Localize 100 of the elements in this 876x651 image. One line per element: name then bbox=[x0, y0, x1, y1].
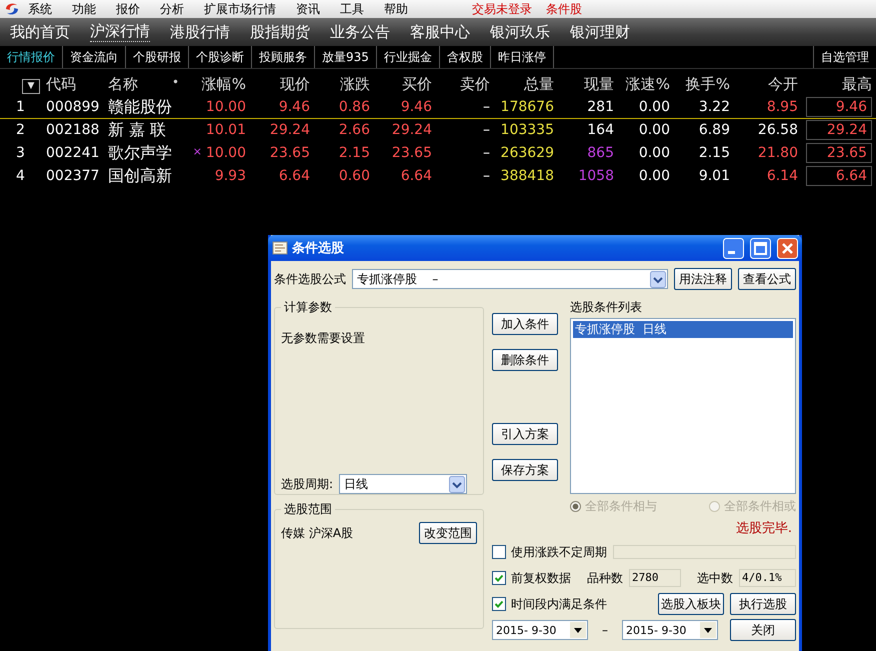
table-cell-text: 0.00 bbox=[638, 122, 670, 138]
table-cell-text: 3.22 bbox=[698, 99, 730, 115]
add-to-block-button[interactable]: 选股入板块 bbox=[658, 593, 724, 615]
function-tab[interactable]: 个股诊断 bbox=[189, 46, 252, 68]
table-cell-text: 21.80 bbox=[756, 145, 798, 161]
menu-item[interactable]: 帮助 bbox=[384, 0, 408, 18]
minimize-icon[interactable] bbox=[723, 238, 744, 258]
quote-row[interactable]: 3 002241 歌尔声学 × 10.00 23.65 2.15 23.65 – 263629 865 0.00 2.15 21.80 23.65 bbox=[0, 142, 876, 165]
period-dropdown[interactable]: 日线 bbox=[339, 474, 468, 494]
start-date-picker[interactable]: 2015- 9-30 bbox=[492, 620, 588, 640]
function-tab[interactable]: 行业掘金 bbox=[376, 46, 440, 68]
table-cell-text: 9.46 bbox=[400, 99, 432, 115]
table-cell-text: 164 bbox=[586, 122, 614, 138]
table-cell: 29.24 bbox=[806, 120, 872, 140]
column-header[interactable]: 涨速% bbox=[614, 74, 670, 94]
table-cell: 9.46 bbox=[806, 97, 872, 117]
column-header[interactable]: 现价 bbox=[246, 74, 310, 94]
sort-dot: • bbox=[172, 75, 180, 89]
column-header[interactable]: 换手% bbox=[670, 74, 730, 94]
table-cell-text: 6.89 bbox=[698, 122, 730, 138]
function-tab[interactable]: 个股研报 bbox=[126, 46, 189, 68]
params-message: 无参数需要设置 bbox=[281, 330, 366, 347]
column-header[interactable]: 今开 bbox=[730, 74, 798, 94]
function-tab[interactable]: 行情报价 bbox=[0, 46, 63, 68]
table-cell-text: 6.14 bbox=[766, 168, 798, 184]
table-cell-text: – bbox=[482, 99, 490, 115]
maximize-icon[interactable] bbox=[750, 238, 771, 258]
condition-item[interactable]: 专抓涨停股 日线 bbox=[573, 321, 793, 338]
function-tab[interactable]: 资金流向 bbox=[63, 46, 126, 68]
column-header[interactable]: 涨幅% bbox=[182, 74, 246, 94]
option-checkbox[interactable]: 前复权数据 bbox=[492, 570, 571, 586]
group-title: 选股范围 bbox=[283, 501, 333, 518]
formula-label: 条件选股公式 bbox=[274, 270, 346, 288]
function-tab[interactable]: 放量935 bbox=[315, 46, 377, 68]
count-field: 4/0.1% bbox=[739, 569, 796, 587]
column-header[interactable]: 现量 bbox=[554, 74, 614, 94]
nav-tab[interactable]: 银河玖乐 bbox=[490, 22, 550, 42]
table-cell-text: 263629 bbox=[500, 145, 554, 161]
quote-row[interactable]: 1 000899 赣能股份 10.00 9.46 0.86 9.46 – 178676 281 0.00 3.22 8.95 9.46 bbox=[0, 96, 876, 119]
end-date-picker[interactable]: 2015- 9-30 bbox=[622, 620, 718, 640]
table-cell-text: 388418 bbox=[500, 168, 554, 184]
function-tab[interactable]: 含权股 bbox=[440, 46, 491, 68]
menu-item[interactable]: 分析 bbox=[160, 0, 184, 18]
menu-item[interactable]: 资讯 bbox=[296, 0, 320, 18]
row-number: 4 bbox=[15, 168, 26, 184]
table-cell-text: 002188 bbox=[45, 122, 100, 138]
menu-item[interactable]: 工具 bbox=[340, 0, 364, 18]
quote-row[interactable]: 4 002377 国创高新 9.93 6.64 0.60 6.64 – 388418 1058 0.00 9.01 6.14 6.64 bbox=[0, 165, 876, 188]
table-cell-text: – bbox=[482, 122, 490, 138]
nav-tab[interactable]: 股指期货 bbox=[250, 22, 310, 42]
menu-item[interactable]: 扩展市场行情 bbox=[204, 0, 276, 18]
row-number: 3 bbox=[15, 145, 26, 161]
column-header[interactable]: 卖价 bbox=[432, 74, 490, 94]
table-cell-text: 26.58 bbox=[756, 122, 798, 138]
column-header[interactable]: 总量 bbox=[490, 74, 554, 94]
period-input-field[interactable] bbox=[613, 545, 796, 559]
menu-item[interactable]: 功能 bbox=[72, 0, 96, 18]
app-logo-icon bbox=[4, 2, 20, 16]
quote-row[interactable]: 2 002188 新 嘉 联 10.01 29.24 2.66 29.24 – 103335 164 0.00 6.89 26.58 29.24 bbox=[0, 119, 876, 142]
formula-button[interactable]: 查看公式 bbox=[738, 268, 796, 290]
nav-tab[interactable]: 客服中心 bbox=[410, 22, 470, 42]
nav-tab[interactable]: 业务公告 bbox=[330, 22, 390, 42]
function-tab[interactable]: 投顾服务 bbox=[252, 46, 315, 68]
period-label: 选股周期: bbox=[281, 476, 334, 492]
change-range-button[interactable]: 改变范围 bbox=[419, 522, 477, 544]
function-tab[interactable]: 昨日涨停 bbox=[490, 46, 554, 68]
condition-button[interactable]: 引入方案 bbox=[492, 423, 558, 445]
checkmark-icon bbox=[494, 573, 504, 583]
option-checkbox[interactable]: 使用涨跌不定周期 bbox=[492, 544, 607, 560]
table-cell-text: 865 bbox=[586, 145, 614, 161]
row-number: 2 bbox=[15, 122, 26, 138]
column-header[interactable]: 代码 bbox=[40, 74, 76, 94]
table-cell-text: 8.95 bbox=[766, 99, 798, 115]
nav-tab[interactable]: 银河理财 bbox=[570, 22, 630, 42]
table-cell-text: 新 嘉 联 bbox=[107, 120, 168, 140]
table-cell-text: 23.65 bbox=[390, 145, 432, 161]
column-header[interactable]: 最高 bbox=[798, 74, 872, 94]
column-header[interactable]: 名称 bbox=[102, 74, 138, 94]
table-cell-text: 10.00 bbox=[204, 99, 246, 115]
nav-tab[interactable]: 沪深行情 bbox=[90, 22, 150, 42]
column-header[interactable]: 买价 bbox=[370, 74, 432, 94]
run-screen-button[interactable]: 执行选股 bbox=[730, 593, 796, 615]
formula-dropdown[interactable]: 专抓涨停股 – bbox=[352, 269, 668, 289]
formula-button[interactable]: 用法注释 bbox=[674, 268, 732, 290]
table-cell-text: 0.00 bbox=[638, 168, 670, 184]
window-icon bbox=[272, 241, 288, 255]
column-menu-button[interactable]: ▼ bbox=[22, 79, 40, 94]
menu-item[interactable]: 系统 bbox=[28, 0, 52, 18]
condition-button[interactable]: 删除条件 bbox=[492, 349, 558, 371]
nav-tab[interactable]: 港股行情 bbox=[170, 22, 230, 42]
watchlist-link[interactable]: 自选管理 bbox=[813, 46, 876, 68]
option-checkbox[interactable]: 时间段内满足条件 bbox=[492, 596, 607, 612]
column-header[interactable]: 涨跌 bbox=[310, 74, 370, 94]
menu-item[interactable]: 报价 bbox=[116, 0, 140, 18]
close-icon[interactable] bbox=[777, 238, 798, 258]
table-cell-text: 2.15 bbox=[338, 145, 370, 161]
nav-tab[interactable]: 我的首页 bbox=[10, 22, 70, 42]
condition-button[interactable]: 保存方案 bbox=[492, 459, 558, 481]
condition-button[interactable]: 加入条件 bbox=[492, 313, 558, 335]
close-button[interactable]: 关闭 bbox=[730, 619, 796, 641]
